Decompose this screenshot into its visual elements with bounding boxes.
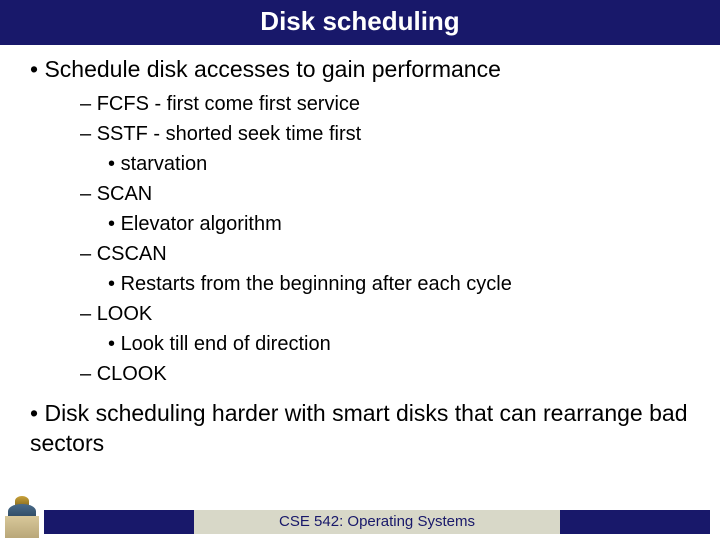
sub-fcfs: FCFS - first come first service [80, 91, 690, 117]
sub-sstf-starvation: starvation [108, 151, 690, 177]
footer-bar-right [560, 510, 710, 534]
course-label: CSE 542: Operating Systems [194, 510, 560, 534]
sub-look: LOOK [80, 301, 690, 327]
sub-cscan: CSCAN [80, 241, 690, 267]
bullet-main-2: Disk scheduling harder with smart disks … [30, 399, 690, 459]
dome-icon [4, 496, 40, 538]
sub-cscan-restart: Restarts from the beginning after each c… [108, 271, 690, 297]
slide-footer: CSE 542: Operating Systems [0, 494, 720, 540]
sub-scan-elevator: Elevator algorithm [108, 211, 690, 237]
sub-clook: CLOOK [80, 361, 690, 387]
sub-scan: SCAN [80, 181, 690, 207]
bullet-main-1: Schedule disk accesses to gain performan… [30, 55, 690, 387]
slide-title: Disk scheduling [0, 0, 720, 45]
footer-bar: CSE 542: Operating Systems [44, 510, 710, 534]
sub-sstf: SSTF - shorted seek time first [80, 121, 690, 147]
footer-bar-left [44, 510, 194, 534]
sub-look-direction: Look till end of direction [108, 331, 690, 357]
bullet-main-1-text: Schedule disk accesses to gain performan… [44, 56, 500, 82]
slide-content: Schedule disk accesses to gain performan… [0, 45, 720, 459]
